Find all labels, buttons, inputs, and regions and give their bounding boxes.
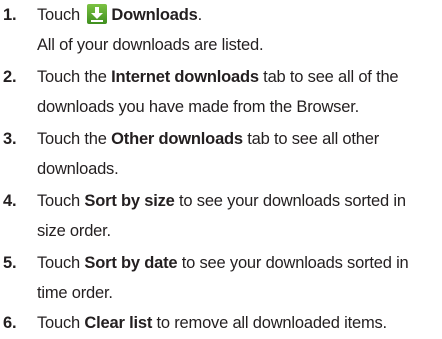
step-text: Touch Clear list to remove all downloade… xyxy=(37,314,387,332)
step-number: 2. xyxy=(3,68,17,86)
instruction-list: 1. Touch Downloads. All of your download… xyxy=(0,0,442,339)
sort-by-size-label: Sort by size xyxy=(84,192,175,210)
step-text: Touch Sort by size to see your downloads… xyxy=(37,192,406,240)
step-number: 6. xyxy=(3,314,17,332)
step-number: 4. xyxy=(3,192,17,210)
step-text: Touch the Internet downloads tab to see … xyxy=(37,68,399,116)
other-downloads-label: Other downloads xyxy=(111,130,243,148)
downloads-label: Downloads xyxy=(111,6,198,24)
step-number: 1. xyxy=(3,6,17,24)
step-text: Touch the Other downloads tab to see all… xyxy=(37,130,380,178)
internet-downloads-label: Internet downloads xyxy=(111,68,259,86)
clear-list-label: Clear list xyxy=(84,314,153,332)
step-text: Touch Downloads. All of your downloads a… xyxy=(37,4,264,54)
sort-by-date-label: Sort by date xyxy=(84,254,178,272)
step-number: 3. xyxy=(3,130,17,148)
download-arrow-icon xyxy=(87,4,108,24)
step-text: Touch Sort by date to see your downloads… xyxy=(37,254,409,302)
step-number: 5. xyxy=(3,254,17,272)
